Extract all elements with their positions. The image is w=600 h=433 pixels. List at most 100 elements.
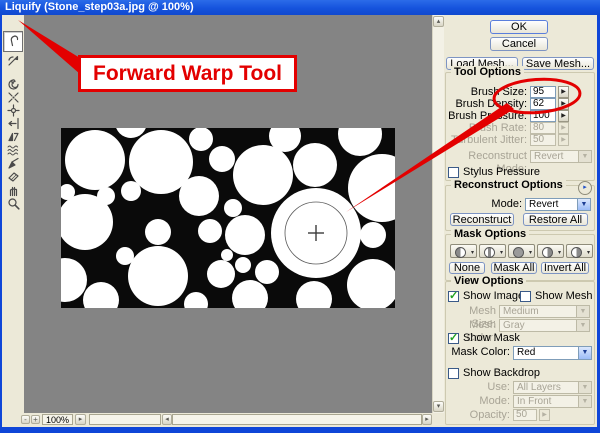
zoom-menu-arrow-icon[interactable]: ▸ bbox=[75, 414, 86, 425]
reconstruct-mode-select-row: Mode: Revert ▼ bbox=[446, 198, 592, 211]
turbulent-jitter-row: Turbulent Jitter: 50 ▶ bbox=[446, 134, 592, 147]
brush-rate-field: 80 bbox=[530, 122, 556, 134]
restore-all-button[interactable]: Restore All bbox=[523, 213, 588, 226]
group-title: Tool Options bbox=[451, 66, 524, 78]
mode-select[interactable]: Revert ▼ bbox=[525, 198, 591, 211]
show-image-checkbox[interactable]: ✓ bbox=[448, 291, 459, 302]
hscroll-right-icon[interactable]: ▸ bbox=[422, 414, 432, 425]
liquify-preview-image[interactable] bbox=[61, 128, 395, 308]
mask-color-row: Mask Color: Red ▼ bbox=[446, 346, 592, 359]
horizontal-scrollbar[interactable] bbox=[172, 414, 422, 425]
show-backdrop-checkbox[interactable]: ✓ bbox=[448, 368, 459, 379]
add-to-selection-button[interactable]: ▾ bbox=[479, 244, 506, 258]
subtract-from-selection-icon bbox=[513, 247, 524, 258]
forward-warp-icon bbox=[7, 34, 20, 47]
liquify-toolbar bbox=[0, 15, 24, 413]
push-left-icon bbox=[7, 117, 20, 130]
group-title: View Options bbox=[451, 275, 526, 287]
zoom-in-button[interactable]: + bbox=[31, 415, 40, 424]
show-mask-checkbox[interactable]: ✓ bbox=[448, 333, 459, 344]
brush-size-field[interactable]: 95 bbox=[530, 86, 556, 98]
reconstruct-mode-select: Revert ▼ bbox=[530, 150, 592, 163]
show-backdrop-label: Show Backdrop bbox=[463, 368, 540, 379]
chevron-down-icon: ▾ bbox=[471, 249, 474, 256]
turbulence-icon bbox=[7, 143, 20, 156]
replace-selection-icon bbox=[455, 247, 466, 258]
replace-selection-button[interactable]: ▾ bbox=[450, 244, 477, 258]
pucker-tool-button[interactable] bbox=[4, 91, 22, 104]
vertical-scrollbar[interactable]: ▴ ▾ bbox=[432, 15, 444, 413]
mirror-tool-button[interactable] bbox=[4, 130, 22, 143]
chevron-down-icon: ▾ bbox=[587, 249, 590, 256]
hscroll-left-icon[interactable]: ◂ bbox=[162, 414, 172, 425]
subtract-from-selection-button[interactable]: ▾ bbox=[508, 244, 535, 258]
backdrop-use-row: Use: All Layers ▼ bbox=[446, 381, 592, 394]
bloat-icon bbox=[7, 104, 20, 117]
mesh-color-row: Mesh Color: Gray ▼ bbox=[446, 319, 592, 332]
mesh-size-select: Medium ▼ bbox=[499, 305, 590, 318]
zoom-icon bbox=[7, 197, 20, 210]
zoom-tool-button[interactable] bbox=[4, 197, 22, 210]
push-left-tool-button[interactable] bbox=[4, 117, 22, 130]
save-mesh-button[interactable]: Save Mesh... bbox=[522, 57, 594, 70]
opacity-field: 50 bbox=[513, 409, 537, 421]
brush-pressure-field[interactable]: 100 bbox=[530, 110, 556, 122]
forward-warp-tool-button[interactable] bbox=[3, 31, 23, 52]
thaw-mask-tool-button[interactable] bbox=[4, 170, 22, 183]
stylus-pressure-label: Stylus Pressure bbox=[463, 167, 540, 178]
group-title: Mask Options bbox=[451, 228, 529, 240]
bloat-tool-button[interactable] bbox=[4, 104, 22, 117]
liquify-dialog: Liquify (Stone_step03a.jpg @ 100%) bbox=[0, 0, 600, 433]
invert-selection-icon bbox=[571, 247, 582, 258]
hand-tool-button[interactable] bbox=[4, 184, 22, 197]
show-image-label: Show Image bbox=[463, 291, 524, 302]
opacity-slider-arrow-icon: ▶ bbox=[539, 409, 550, 421]
reconstruct-tool-button[interactable] bbox=[4, 54, 22, 67]
show-mask-label: Show Mask bbox=[463, 333, 520, 344]
invert-selection-button[interactable]: ▾ bbox=[566, 244, 593, 258]
mesh-size-row: Mesh Size: Medium ▼ bbox=[446, 305, 592, 318]
turbulent-jitter-field: 50 bbox=[530, 134, 556, 146]
title-bar[interactable]: Liquify (Stone_step03a.jpg @ 100%) bbox=[0, 0, 600, 15]
chevron-down-icon: ▼ bbox=[576, 320, 589, 331]
forward-warp-callout: Forward Warp Tool bbox=[78, 55, 297, 92]
stylus-pressure-checkbox[interactable]: ✓ bbox=[448, 167, 459, 178]
chevron-down-icon: ▼ bbox=[577, 199, 590, 210]
intersect-with-selection-button[interactable]: ▾ bbox=[537, 244, 564, 258]
zoom-out-button[interactable]: - bbox=[21, 415, 30, 424]
cancel-button[interactable]: Cancel bbox=[490, 37, 548, 51]
panel-menu-icon[interactable]: ▸ bbox=[578, 181, 592, 195]
brush-rate-slider-arrow-icon: ▶ bbox=[558, 122, 569, 134]
backdrop-use-select: All Layers ▼ bbox=[513, 381, 592, 394]
brush-density-slider-arrow-icon[interactable]: ▶ bbox=[558, 98, 569, 110]
turbulence-tool-button[interactable] bbox=[4, 143, 22, 156]
mirror-icon bbox=[7, 130, 20, 143]
group-title: Reconstruct Options bbox=[451, 179, 566, 191]
chevron-down-icon: ▼ bbox=[576, 306, 589, 317]
ok-button[interactable]: OK bbox=[490, 20, 548, 34]
twirl-clockwise-icon bbox=[7, 78, 20, 91]
reconstruct-icon bbox=[7, 54, 20, 67]
chevron-down-icon: ▾ bbox=[529, 249, 532, 256]
reconstruct-button[interactable]: Reconstruct bbox=[450, 213, 514, 226]
chevron-down-icon: ▾ bbox=[500, 249, 503, 256]
backdrop-mode-row: Mode: In Front ▼ bbox=[446, 395, 592, 408]
reconstruct-mode-row: Reconstruct Mode: Revert ▼ bbox=[446, 150, 592, 163]
mask-color-select[interactable]: Red ▼ bbox=[513, 346, 592, 360]
mask-all-button[interactable]: Mask All bbox=[491, 262, 537, 274]
invert-all-button[interactable]: Invert All bbox=[541, 262, 589, 274]
brush-size-slider-arrow-icon[interactable]: ▶ bbox=[558, 86, 569, 98]
options-panel: OK Cancel Load Mesh... Save Mesh... Tool… bbox=[444, 15, 597, 427]
intersect-with-selection-icon bbox=[542, 247, 553, 258]
brush-density-field[interactable]: 62 bbox=[530, 98, 556, 110]
scroll-down-icon[interactable]: ▾ bbox=[433, 401, 444, 412]
scroll-up-icon[interactable]: ▴ bbox=[433, 16, 444, 27]
show-mesh-label: Show Mesh bbox=[535, 291, 592, 302]
backdrop-mode-select: In Front ▼ bbox=[513, 395, 592, 408]
show-mesh-checkbox[interactable]: ✓ bbox=[520, 291, 531, 302]
freeze-mask-icon bbox=[7, 157, 20, 170]
brush-pressure-slider-arrow-icon[interactable]: ▶ bbox=[558, 110, 569, 122]
none-button[interactable]: None bbox=[449, 262, 485, 274]
twirl-clockwise-tool-button[interactable] bbox=[4, 78, 22, 91]
freeze-mask-tool-button[interactable] bbox=[4, 157, 22, 170]
